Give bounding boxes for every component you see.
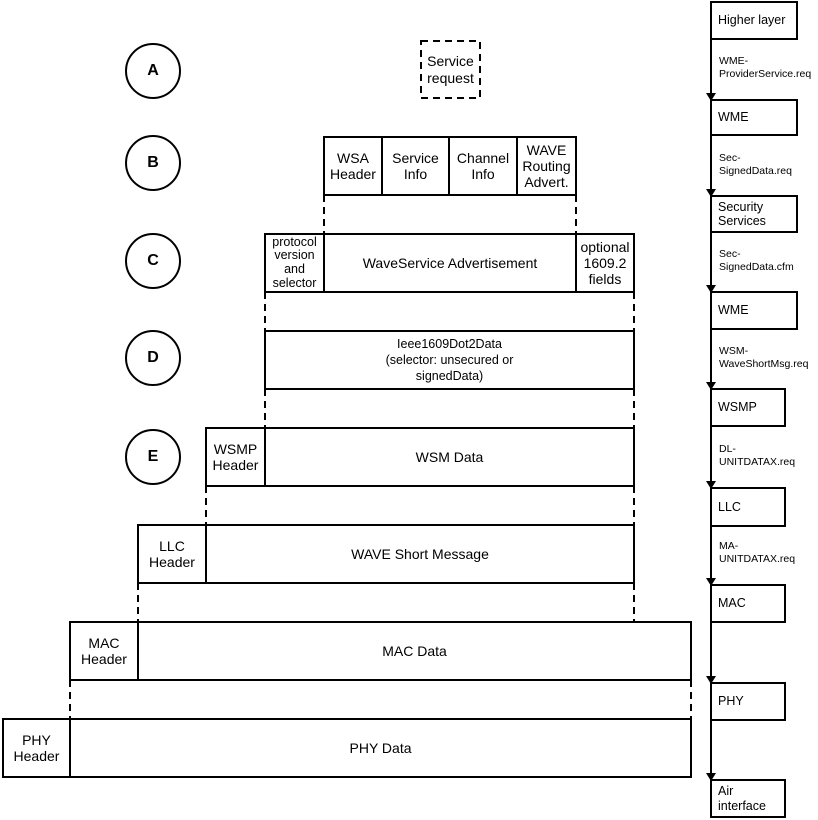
stage-label-b: B bbox=[147, 153, 159, 171]
wave-short-message-field: WAVE Short Message bbox=[351, 545, 489, 562]
stack-label-higher-layer: Higher layer bbox=[718, 13, 786, 28]
primitive-sec-signeddata-req: Sec- SignedData.req bbox=[719, 152, 792, 177]
wave-routing-advert-field: WAVE Routing Advert. bbox=[522, 141, 571, 191]
wsa-header-field: WSA Header bbox=[330, 149, 376, 182]
service-request-label: Service request bbox=[427, 53, 474, 86]
optional-1609-2-fields: optional 1609.2 fields bbox=[580, 238, 630, 288]
stack-label-air-interface: Air interface bbox=[718, 784, 766, 813]
stage-label-d: D bbox=[147, 348, 159, 366]
stack-label-mac: MAC bbox=[718, 596, 746, 611]
stage-label-e: E bbox=[147, 447, 159, 465]
primitive-wme-providerservice-req: WME- ProviderService.req bbox=[719, 55, 812, 80]
primitive-wsm-waveshortmsg-req: WSM- WaveShortMsg.req bbox=[719, 345, 809, 370]
stack-label-phy: PHY bbox=[718, 694, 744, 709]
ieee1609dot2data-field: Ieee1609Dot2Data (selector: unsecured or… bbox=[385, 336, 514, 384]
llc-header-field: LLC Header bbox=[149, 537, 195, 570]
diagram-canvas bbox=[2, 1, 798, 818]
stage-label-a: A bbox=[147, 61, 159, 79]
stack-label-wme-2: WME bbox=[718, 303, 749, 318]
stack-label-wme: WME bbox=[718, 110, 749, 125]
channel-info-field: Channel Info bbox=[456, 149, 510, 182]
stage-label-c: C bbox=[147, 251, 159, 269]
wsm-data-field: WSM Data bbox=[415, 448, 484, 465]
mac-data-field: MAC Data bbox=[382, 642, 447, 659]
stack-label-security-services: Security Services bbox=[718, 199, 766, 228]
waveservice-advertisement-field: WaveService Advertisement bbox=[362, 254, 538, 271]
primitive-dl-unitdatax-req: DL- UNITDATAX.req bbox=[719, 443, 796, 468]
stack-label-wsmp: WSMP bbox=[718, 400, 757, 415]
mac-header-field: MAC Header bbox=[81, 634, 127, 667]
phy-header-field: PHY Header bbox=[13, 731, 60, 764]
wsmp-header-field: WSMP Header bbox=[212, 440, 259, 473]
stack-label-llc: LLC bbox=[718, 499, 741, 514]
protocol-version-selector-field: protocol version and selector bbox=[272, 234, 317, 290]
phy-data-field: PHY Data bbox=[349, 739, 412, 756]
primitive-ma-unitdatax-req: MA- UNITDATAX.req bbox=[719, 540, 796, 565]
primitive-sec-signeddata-cfm: Sec- SignedData.cfm bbox=[719, 248, 794, 273]
service-info-field: Service Info bbox=[392, 149, 439, 182]
